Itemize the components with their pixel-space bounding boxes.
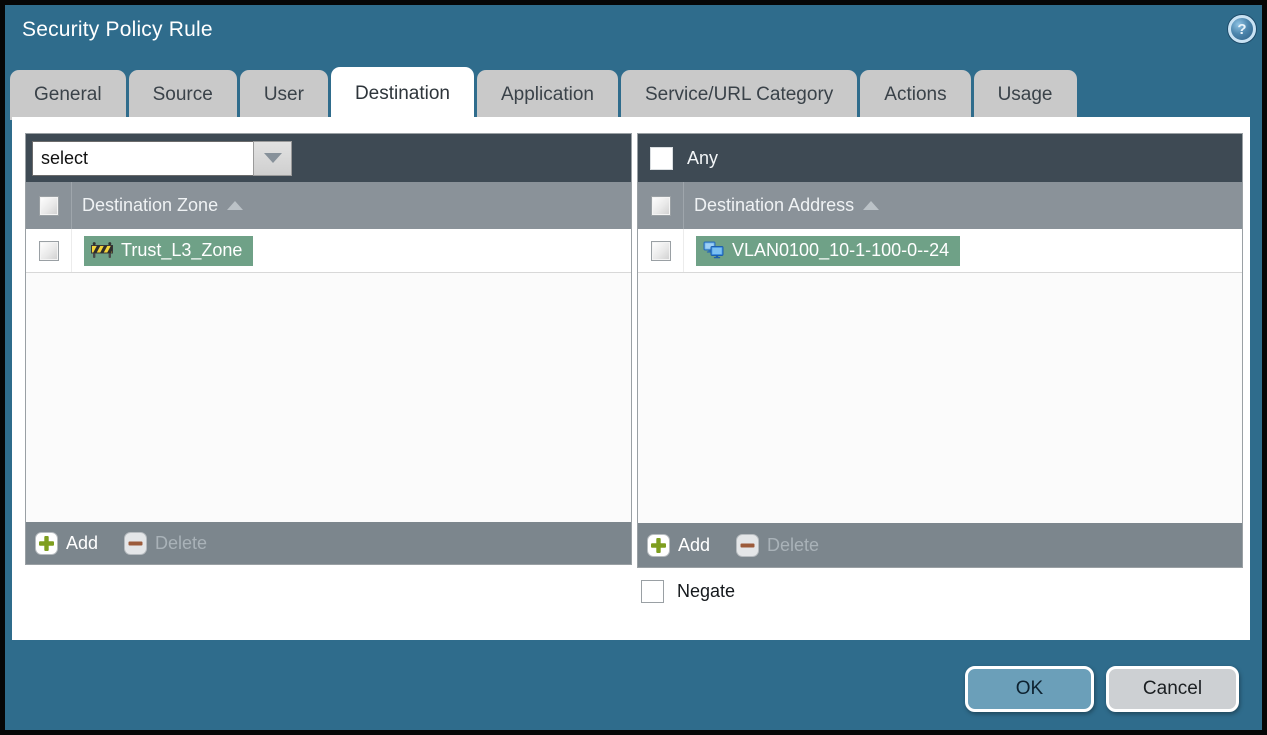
- destination-tab-content: Destination Zone: [12, 117, 1250, 640]
- zone-filter-input[interactable]: [32, 140, 253, 176]
- negate-label: Negate: [677, 581, 736, 601]
- tab-service-url-category[interactable]: Service/URL Category: [620, 70, 858, 120]
- zone-table-header: Destination Zone: [26, 182, 631, 229]
- zone-list: Trust_L3_Zone: [26, 229, 631, 522]
- address-column-header[interactable]: Destination Address: [684, 195, 880, 216]
- zone-toolbar: Add Delete: [26, 522, 631, 564]
- address-row-label: VLAN0100_10-1-100-0--24: [732, 239, 950, 260]
- zone-filter-bar: [26, 134, 631, 182]
- zone-row-label: Trust_L3_Zone: [121, 239, 243, 260]
- ok-button[interactable]: OK: [965, 666, 1094, 712]
- destination-address-panel: Any Destination Address VLAN0100_10-1-10…: [637, 133, 1243, 568]
- zone-column-header[interactable]: Destination Zone: [72, 195, 244, 216]
- address-toolbar: Add Delete: [638, 523, 1242, 567]
- zone-row[interactable]: Trust_L3_Zone: [26, 229, 631, 273]
- any-label: Any: [687, 147, 719, 168]
- negate-checkbox[interactable]: [641, 580, 664, 603]
- destination-zone-panel: Destination Zone: [25, 133, 632, 565]
- zone-row-checkbox[interactable]: [38, 240, 59, 261]
- delete-minus-icon: [124, 531, 148, 555]
- zone-delete-button[interactable]: Delete: [124, 531, 207, 555]
- address-any-bar: Any: [638, 134, 1242, 182]
- address-delete-button[interactable]: Delete: [736, 533, 819, 557]
- address-row[interactable]: VLAN0100_10-1-100-0--24: [638, 229, 1242, 273]
- tab-source[interactable]: Source: [128, 70, 237, 120]
- security-policy-rule-dialog: Security Policy Rule ? General Source Us…: [0, 0, 1267, 735]
- negate-option: Negate: [641, 580, 735, 603]
- address-add-button[interactable]: Add: [647, 533, 710, 557]
- any-checkbox[interactable]: [650, 146, 673, 170]
- address-table-header: Destination Address: [638, 182, 1242, 229]
- cancel-button[interactable]: Cancel: [1106, 666, 1239, 712]
- zone-filter-combo: [32, 140, 292, 176]
- help-icon[interactable]: ?: [1228, 15, 1256, 43]
- add-plus-icon: [35, 531, 58, 555]
- sort-ascending-icon: [227, 201, 244, 210]
- zone-add-button[interactable]: Add: [35, 531, 98, 555]
- address-row-tag[interactable]: VLAN0100_10-1-100-0--24: [696, 235, 961, 266]
- tab-destination[interactable]: Destination: [330, 67, 474, 120]
- delete-minus-icon: [736, 533, 760, 557]
- zone-select-all-checkbox[interactable]: [38, 195, 59, 216]
- address-row-checkbox[interactable]: [650, 240, 671, 261]
- sort-ascending-icon: [863, 201, 880, 210]
- tab-general[interactable]: General: [10, 70, 126, 120]
- add-plus-icon: [647, 533, 670, 557]
- zone-barrier-icon: [91, 242, 113, 258]
- address-list: VLAN0100_10-1-100-0--24: [638, 229, 1242, 523]
- dialog-title: Security Policy Rule: [22, 18, 213, 41]
- tab-application[interactable]: Application: [477, 70, 618, 120]
- tab-bar: General Source User Destination Applicat…: [10, 67, 1077, 120]
- tab-usage[interactable]: Usage: [973, 70, 1077, 120]
- zone-row-tag[interactable]: Trust_L3_Zone: [84, 235, 254, 266]
- tab-actions[interactable]: Actions: [860, 70, 971, 120]
- chevron-down-icon: [263, 153, 282, 163]
- zone-filter-dropdown-button[interactable]: [253, 140, 292, 176]
- address-select-all-checkbox[interactable]: [650, 195, 671, 216]
- tab-user[interactable]: User: [239, 70, 328, 120]
- network-hosts-icon: [703, 241, 724, 259]
